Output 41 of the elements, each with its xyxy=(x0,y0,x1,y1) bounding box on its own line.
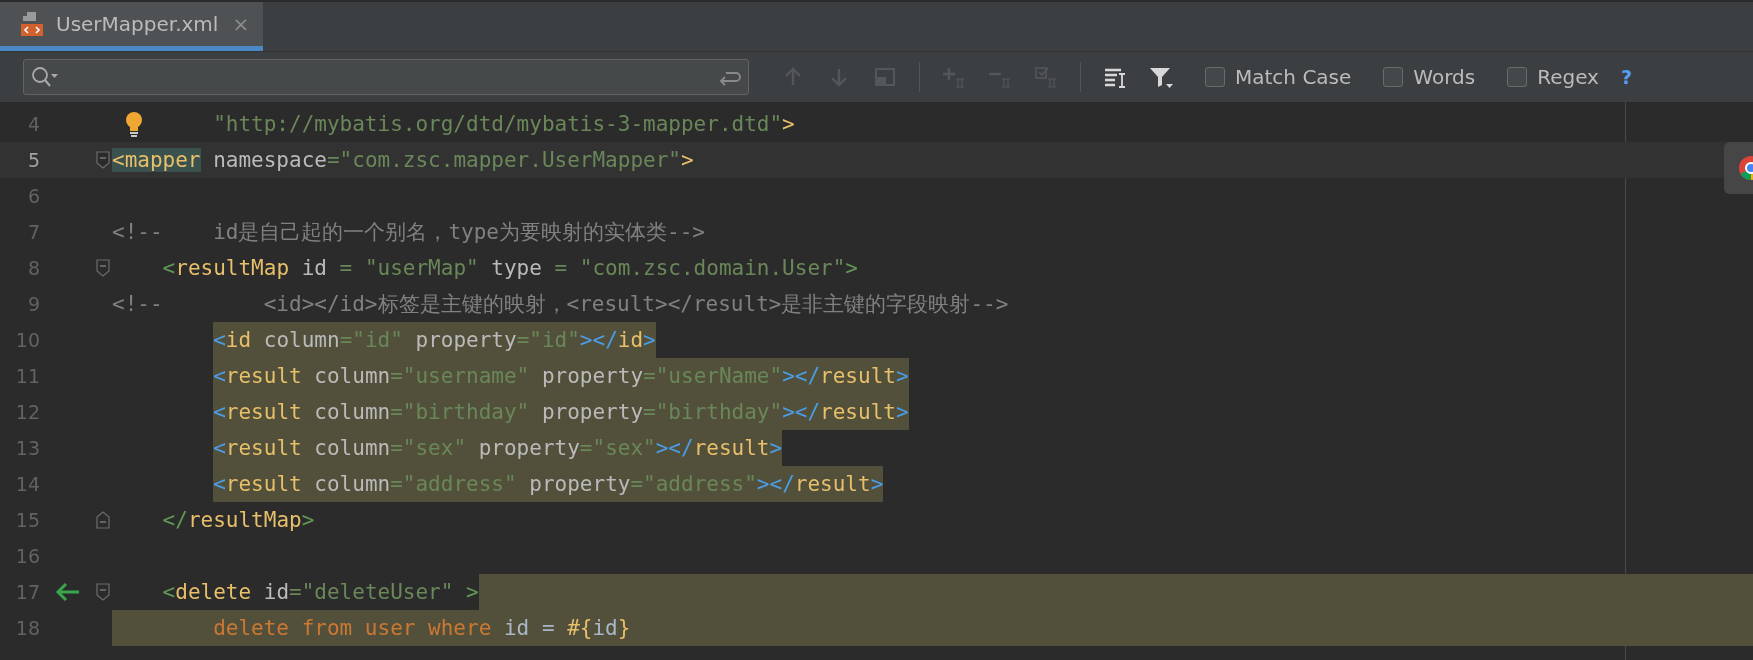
checkbox-label[interactable]: Words xyxy=(1413,65,1476,89)
code-line: <delete id="deleteUser" > xyxy=(162,579,479,606)
fold-icon[interactable] xyxy=(96,511,110,529)
code-line: </resultMap> xyxy=(162,507,315,534)
line-number: 8 xyxy=(26,256,40,281)
xml-file-icon xyxy=(18,10,46,38)
checkbox[interactable] xyxy=(1205,67,1225,87)
fold-icon[interactable] xyxy=(96,151,110,169)
fold-icon[interactable] xyxy=(96,259,110,277)
left-arrow-icon[interactable] xyxy=(55,581,81,603)
line-number: 11 xyxy=(14,364,40,389)
fold-icon[interactable] xyxy=(96,583,110,601)
line-number: 14 xyxy=(14,472,40,497)
filter-icon[interactable] xyxy=(1149,65,1173,89)
line-number: 16 xyxy=(14,544,40,569)
search-icon[interactable] xyxy=(30,65,60,89)
code-line: <!-- <id></id>标签是主键的映射，<result></result>是非主键的字段映射--> xyxy=(112,291,1009,318)
line-number: 17 xyxy=(14,580,40,605)
code-line: <resultMap id = "userMap" type = "com.zsc.domain.User"> xyxy=(162,255,858,282)
line-number: 7 xyxy=(26,220,40,245)
lightbulb-icon[interactable] xyxy=(124,111,144,137)
checkbox-label[interactable]: Match Case xyxy=(1235,65,1352,89)
line-number: 15 xyxy=(14,508,40,533)
code-line: "http://mybatis.org/dtd/mybatis-3-mapper.dtd"> xyxy=(213,111,795,138)
checkbox[interactable] xyxy=(1507,67,1528,87)
help-link[interactable]: ? xyxy=(1620,66,1632,88)
line-number: 10 xyxy=(14,328,40,353)
search-field[interactable] xyxy=(23,59,749,95)
line-number: 6 xyxy=(26,184,40,209)
code-line: <mapper namespace="com.zsc.mapper.UserMapper"> xyxy=(112,147,694,174)
file-tab[interactable]: UserMapper.xml × xyxy=(0,2,264,51)
line-number: 18 xyxy=(14,616,40,641)
line-number: 5 xyxy=(26,148,40,173)
line-number: 4 xyxy=(26,112,40,137)
line-number: 9 xyxy=(26,292,40,317)
checkbox-label[interactable]: Regex xyxy=(1537,65,1599,89)
checkbox[interactable] xyxy=(1383,67,1404,87)
line-number: 12 xyxy=(14,400,40,425)
line-number: 13 xyxy=(14,436,40,461)
code-line: delete from user where id = #{id} xyxy=(213,615,631,642)
code-line: <!-- id是自己起的一个别名，type为要映射的实体类--> xyxy=(112,219,705,246)
